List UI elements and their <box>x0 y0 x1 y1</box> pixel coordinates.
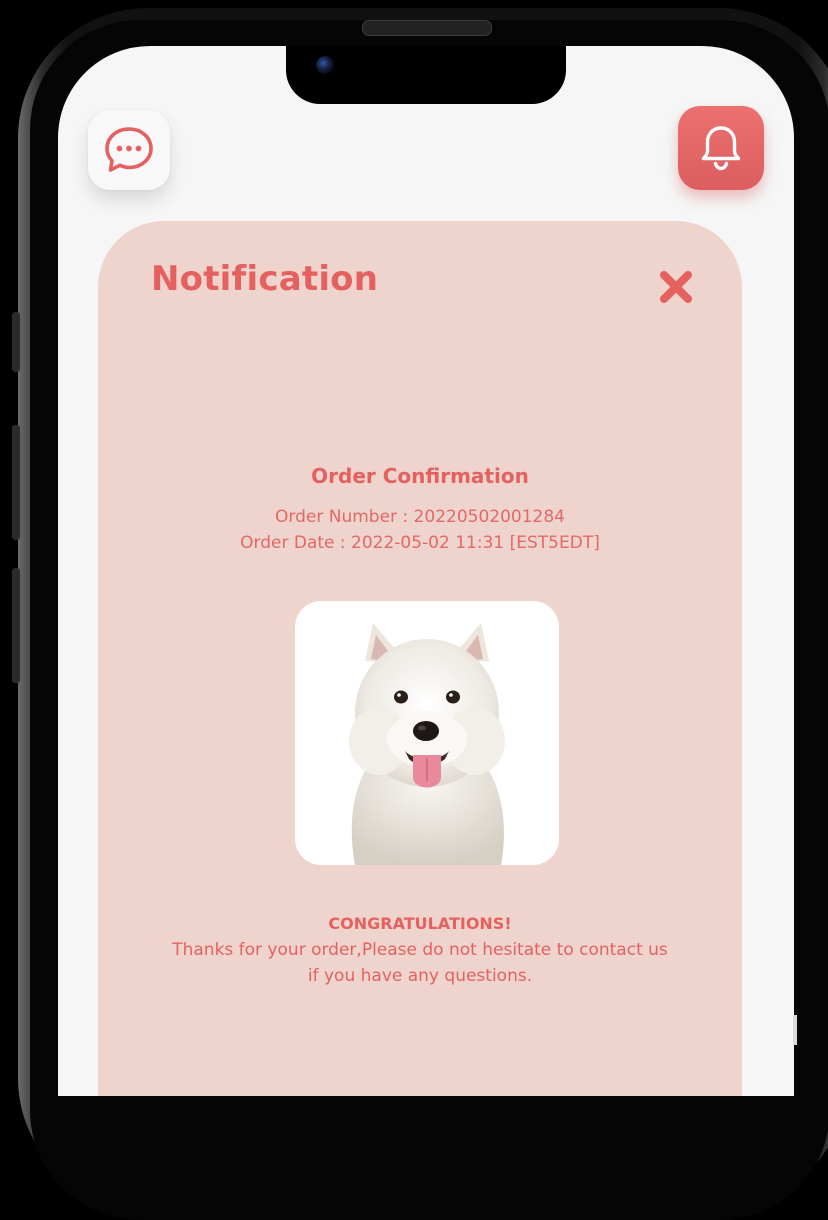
volume-down-button <box>12 568 20 683</box>
thank-you-line-1: Thanks for your order,Please do not hesi… <box>172 940 668 960</box>
order-date: Order Date : 2022-05-02 11:31 [EST5EDT] <box>240 533 600 553</box>
order-number: Order Number : 20220502001284 <box>275 507 565 527</box>
thank-you-line-2: if you have any questions. <box>307 966 533 986</box>
phone-screen: Notification Order Confirmation Order Nu… <box>58 46 794 1096</box>
notification-card: Notification Order Confirmation Order Nu… <box>98 221 742 1096</box>
product-image <box>295 601 559 865</box>
thank-you-message: Thanks for your order,Please do not hesi… <box>158 937 682 989</box>
front-camera <box>316 56 334 74</box>
frame-edge-highlight <box>793 1015 797 1045</box>
volume-up-button <box>12 425 20 540</box>
notch <box>286 46 566 104</box>
congratulations-heading: CONGRATULATIONS! <box>328 914 512 933</box>
dog-illustration <box>349 623 505 865</box>
close-x-icon <box>660 271 692 303</box>
notification-button[interactable] <box>678 106 764 190</box>
chat-button[interactable] <box>88 110 170 190</box>
bell-icon <box>701 126 741 171</box>
chat-bubble-dots-icon <box>105 127 153 172</box>
close-button[interactable] <box>658 269 694 305</box>
order-confirmation-title: Order Confirmation <box>311 464 529 488</box>
speaker-grille <box>362 20 492 36</box>
mute-switch <box>12 312 20 372</box>
notification-title: Notification <box>151 259 379 299</box>
